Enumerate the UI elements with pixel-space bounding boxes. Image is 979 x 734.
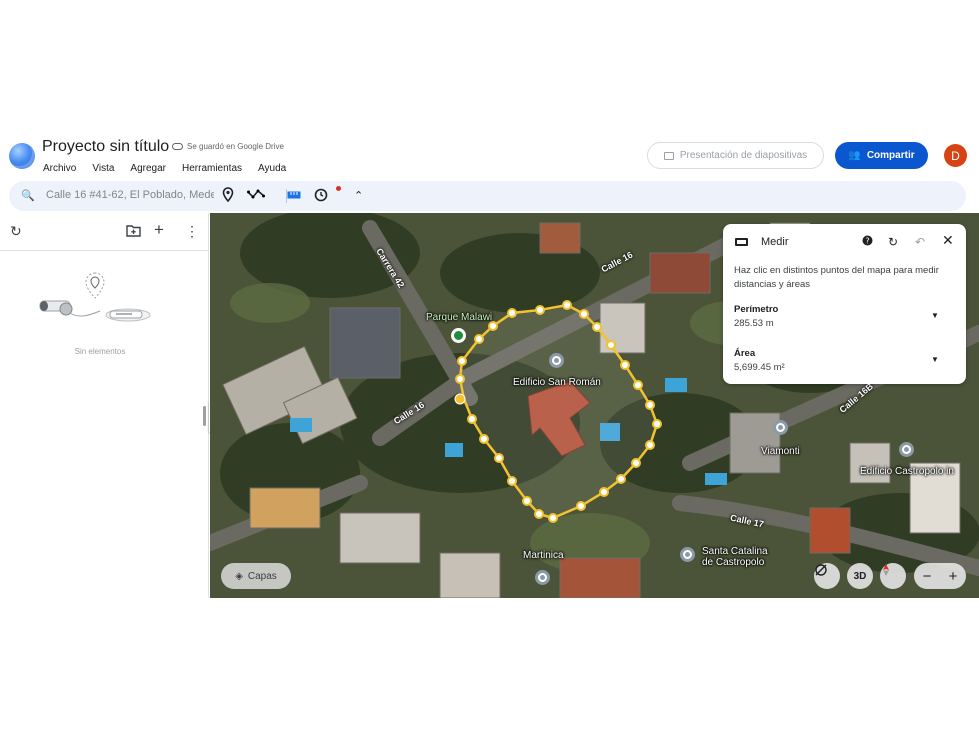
new-folder-icon[interactable] — [126, 224, 141, 240]
empty-state-illustration — [39, 272, 151, 322]
perimeter-label: Perímetro — [734, 304, 779, 315]
perimeter-dropdown-icon[interactable]: ▼ — [931, 311, 939, 320]
place-label-san-roman[interactable]: Edificio San Román — [513, 377, 601, 388]
slideshow-label: Presentación de diapositivas — [679, 150, 808, 161]
undo-icon[interactable]: ↶ — [915, 235, 925, 249]
satellite-map[interactable]: Carrera 42 Calle 16 Calle 16 Calle 16B C… — [210, 213, 979, 598]
view-3d-button[interactable]: 3D — [847, 563, 873, 589]
area-label: Área — [734, 348, 756, 359]
place-pin-icon[interactable] — [773, 420, 788, 435]
place-label-line1: Santa Catalina — [702, 546, 768, 557]
ruler-icon[interactable] — [287, 187, 301, 205]
place-pin-icon[interactable] — [535, 570, 550, 585]
share-label: Compartir — [866, 150, 915, 161]
layers-icon: ◈ — [235, 570, 243, 582]
ruler-icon — [735, 238, 748, 246]
notification-dot — [336, 186, 341, 191]
empty-state-text: Sin elementos — [74, 347, 126, 356]
history-icon[interactable] — [313, 187, 329, 208]
earth-app: Proyecto sin título Se guardó en Google … — [0, 134, 979, 598]
search-toolbar: 🔍 Calle 16 #41-62, El Poblado, Mede ⌃ — [9, 181, 966, 211]
perimeter-value: 285.53 m — [734, 318, 774, 329]
google-earth-logo[interactable] — [9, 143, 35, 169]
add-icon[interactable]: + — [154, 220, 164, 240]
measure-title: Medir — [761, 236, 789, 248]
park-pin-icon[interactable] — [451, 328, 466, 343]
area-dropdown-icon[interactable]: ▼ — [931, 355, 939, 364]
menu-agregar[interactable]: Agregar — [130, 163, 166, 174]
place-pin-icon[interactable] — [680, 547, 695, 562]
zoom-control: − + — [914, 563, 966, 589]
measure-panel: Medir ? ↻ ↶ ✕ Haz clic en distintos punt… — [723, 224, 966, 384]
search-icon[interactable]: 🔍 — [21, 189, 35, 202]
slideshow-button[interactable]: Presentación de diapositivas — [647, 142, 824, 169]
menu-archivo[interactable]: Archivo — [43, 163, 76, 174]
place-label-viamonti[interactable]: Viamonti — [761, 446, 800, 457]
people-icon: 👥 — [848, 150, 861, 161]
path-icon[interactable] — [247, 187, 265, 205]
zoom-in-button[interactable]: + — [949, 568, 958, 585]
reset-icon[interactable]: ↻ — [888, 235, 898, 249]
resize-handle[interactable] — [203, 406, 206, 426]
placemark-icon[interactable] — [222, 187, 234, 207]
place-pin-icon[interactable] — [899, 442, 914, 457]
measure-description: Haz clic en distintos puntos del mapa pa… — [734, 265, 939, 290]
menu-ayuda[interactable]: Ayuda — [258, 163, 286, 174]
panel-divider — [0, 250, 209, 251]
layers-label: Capas — [247, 570, 277, 582]
search-input[interactable]: Calle 16 #41-62, El Poblado, Mede — [46, 189, 214, 201]
save-status-text: Se guardó en Google Drive — [187, 142, 284, 151]
zoom-out-button[interactable]: − — [923, 568, 932, 585]
place-label-line2: de Castropolo — [702, 557, 765, 568]
menu-bar: Archivo Vista Agregar Herramientas Ayuda — [43, 163, 286, 174]
place-label-castropolo[interactable]: Edificio Castropolo in — [860, 466, 954, 477]
slideshow-icon — [663, 151, 674, 160]
place-label-martinica[interactable]: Martinica — [523, 550, 564, 561]
avatar[interactable]: D — [944, 144, 967, 167]
place-label-parque-malawi[interactable]: Parque Malawi — [426, 312, 492, 323]
chevron-up-icon[interactable]: ⌃ — [354, 187, 363, 205]
project-title[interactable]: Proyecto sin título — [42, 138, 169, 156]
area-value: 5,699.45 m² — [734, 362, 785, 373]
place-pin-icon[interactable] — [549, 353, 564, 368]
refresh-icon[interactable]: ↻ — [10, 223, 22, 240]
share-button[interactable]: 👥 Compartir — [835, 142, 928, 169]
svg-text:?: ? — [865, 236, 869, 245]
place-label-santa-catalina[interactable]: Santa Catalina de Castropolo — [702, 546, 768, 568]
more-vert-icon[interactable]: ⋮ — [185, 223, 199, 240]
save-status: Se guardó en Google Drive — [172, 142, 284, 151]
compass-icon[interactable] — [880, 563, 906, 589]
cloud-icon — [172, 143, 183, 150]
menu-vista[interactable]: Vista — [92, 163, 114, 174]
close-icon[interactable]: ✕ — [942, 232, 954, 249]
layers-button[interactable]: ◈ Capas — [221, 563, 291, 589]
left-panel: ↻ + ⋮ Sin elementos — [0, 213, 209, 598]
tilt-icon[interactable] — [814, 563, 840, 589]
menu-herramientas[interactable]: Herramientas — [182, 163, 242, 174]
